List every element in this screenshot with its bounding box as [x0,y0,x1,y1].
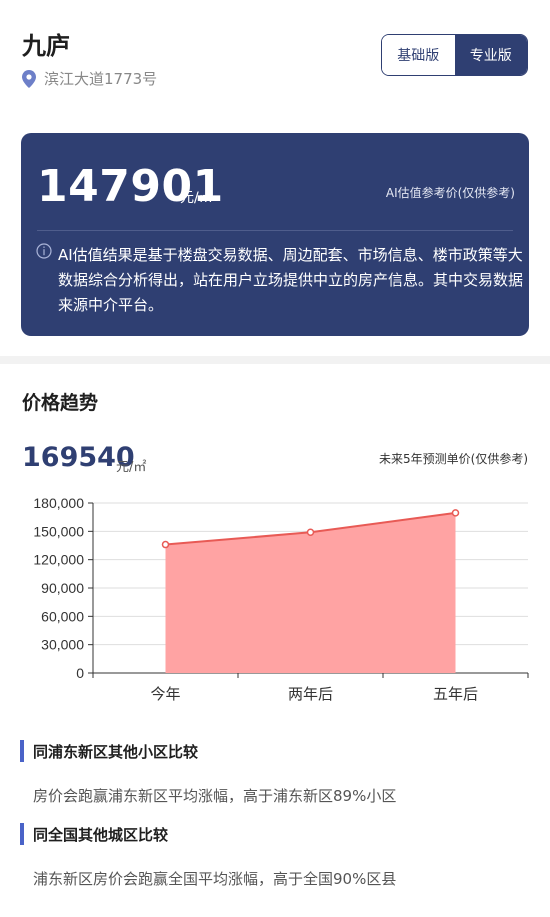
comparison-marker [20,740,24,762]
valuation-card: 147901 元/㎡ AI估值参考价(仅供参考) AI估值结果是基于楼盘交易数据… [21,133,529,336]
series-area [165,512,456,673]
address-text: 滨江大道1773号 [44,70,158,88]
version-toggle: 基础版 专业版 [381,34,528,76]
property-title: 九庐 [22,32,70,60]
comparison-marker [20,823,24,845]
y-tick-label: 60,000 [41,608,84,624]
future-ref-label: 未来5年预测单价(仅供参考) [379,452,528,466]
comparison-text: 房价会跑赢浦东新区平均涨幅，高于浦东新区89%小区 [33,787,397,805]
x-tick-label: 五年后 [433,685,478,703]
y-tick-label: 90,000 [41,580,84,596]
data-point [306,528,315,537]
y-tick-label: 30,000 [41,637,84,653]
basic-version-tab[interactable]: 基础版 [382,35,455,75]
valuation-disclaimer: AI估值结果是基于楼盘交易数据、周边配套、市场信息、楼市政策等大数据综合分析得出… [58,246,524,314]
section-separator [0,356,550,364]
comparison-title: 同全国其他城区比较 [33,826,169,844]
price-trend-chart: 0 30,000 60,000 90,000 120,000 150,000 180,000… [33,495,529,703]
x-tick-label: 今年 [150,685,180,703]
card-divider [37,230,513,231]
y-tick-label: 180,000 [33,495,84,511]
data-point [161,540,170,549]
comparison-text: 浦东新区房价会跑赢全国平均涨幅，高于全国90%区县 [33,870,397,888]
trend-title: 价格趋势 [22,392,99,414]
y-tick-label: 120,000 [33,552,84,568]
comparison-title: 同浦东新区其他小区比较 [33,743,199,761]
location-pin-icon [22,69,36,88]
future-unit: 元/㎡ [116,460,147,475]
info-icon [36,243,52,259]
data-point [451,509,460,517]
pro-version-tab[interactable]: 专业版 [454,35,527,75]
valuation-ref-label: AI估值参考价(仅供参考) [385,186,515,200]
x-tick-label: 两年后 [288,685,333,703]
address-row: 滨江大道1773号 [22,68,157,89]
valuation-unit: 元/㎡ [180,190,213,206]
y-tick-label: 150,000 [33,523,84,539]
y-tick-label: 0 [76,665,84,681]
